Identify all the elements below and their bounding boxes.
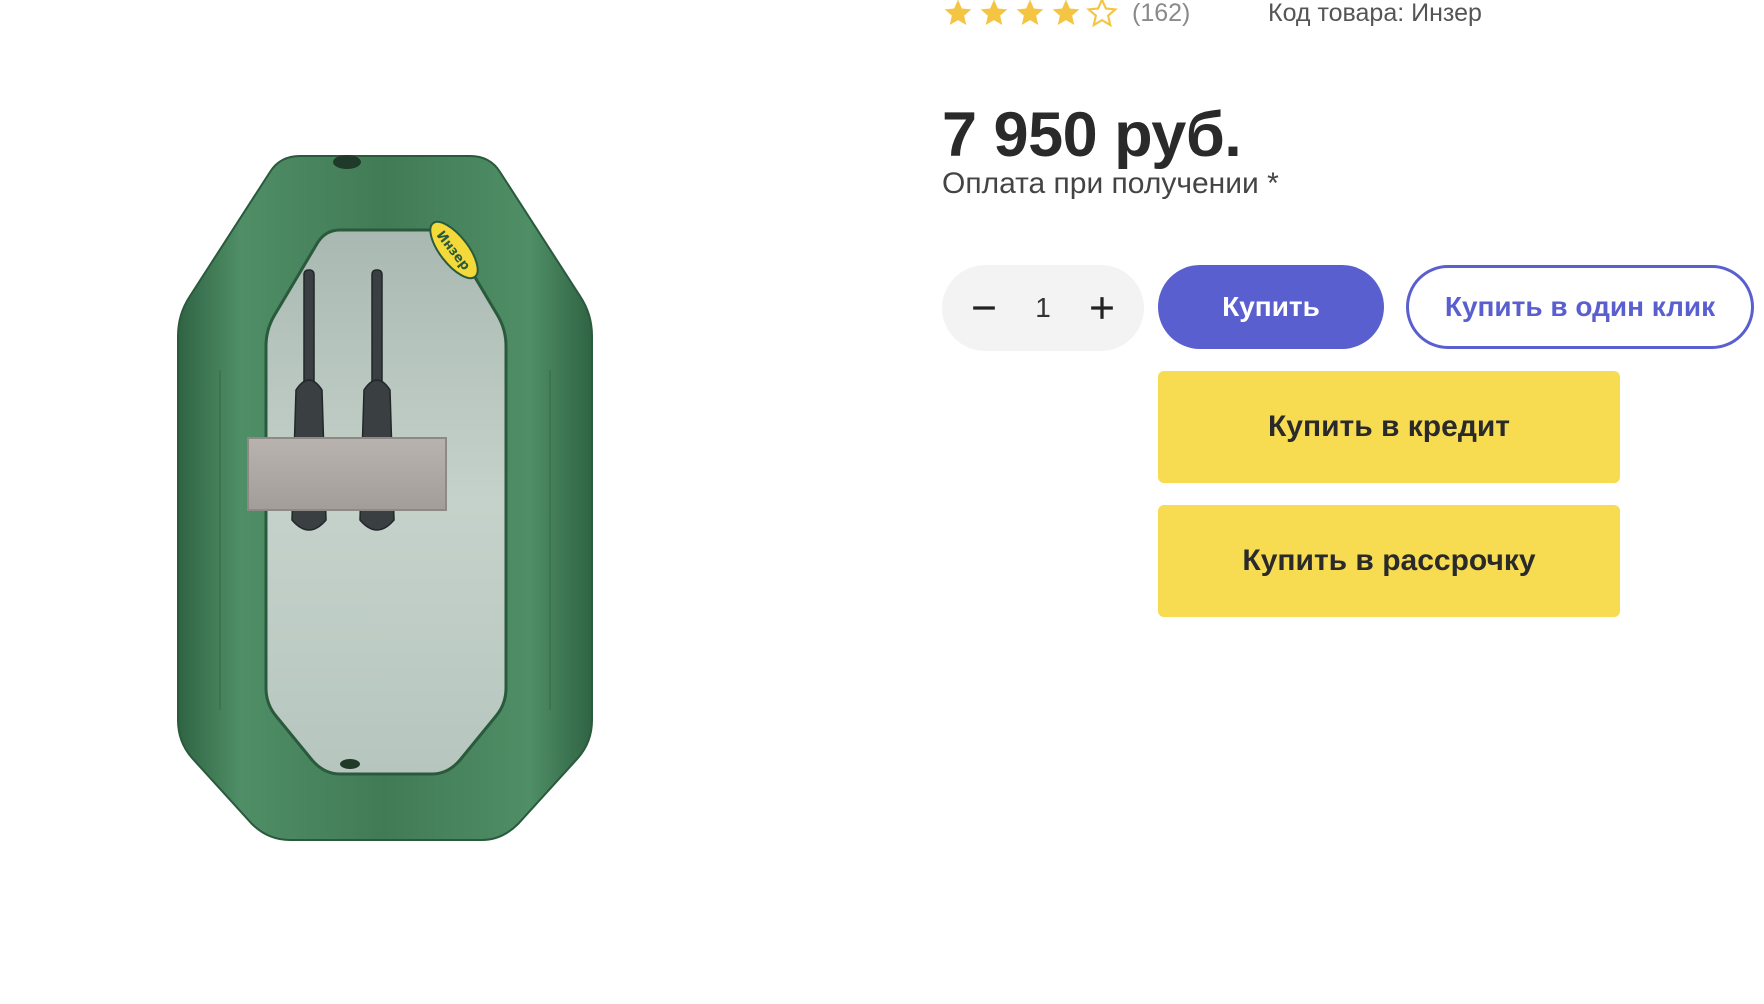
buy-one-click-button[interactable]: Купить в один клик	[1406, 265, 1754, 349]
plus-icon	[1091, 297, 1113, 319]
product-image[interactable]: Инзер	[150, 120, 620, 860]
rating[interactable]: (162)	[942, 0, 1190, 30]
buy-in-installments-button[interactable]: Купить в рассрочку	[1158, 505, 1620, 617]
star-filled-icon	[1016, 0, 1044, 25]
quantity-value[interactable]: 1	[1023, 292, 1063, 324]
buy-on-credit-button[interactable]: Купить в кредит	[1158, 371, 1620, 483]
product-sku: Код товара: Инзер	[1268, 0, 1482, 27]
star-filled-icon	[1052, 0, 1080, 25]
inflatable-boat-image: Инзер	[177, 155, 593, 841]
minus-icon	[973, 306, 995, 310]
star-filled-icon	[980, 0, 1008, 25]
star-empty-icon	[1086, 0, 1118, 28]
product-price: 7 950 руб.	[942, 100, 1242, 170]
increase-quantity-button[interactable]	[1080, 286, 1124, 330]
product-page: Инзер (162) Код товара: Инзер 7 950 руб.…	[0, 0, 1764, 1004]
rating-count[interactable]: (162)	[1132, 0, 1190, 28]
rating-stars	[942, 0, 1118, 29]
buy-button[interactable]: Купить	[1158, 265, 1384, 349]
decrease-quantity-button[interactable]	[962, 286, 1006, 330]
star-filled-icon	[944, 0, 972, 25]
payment-note: Оплата при получении *	[942, 167, 1279, 200]
quantity-stepper: 1	[942, 265, 1144, 351]
